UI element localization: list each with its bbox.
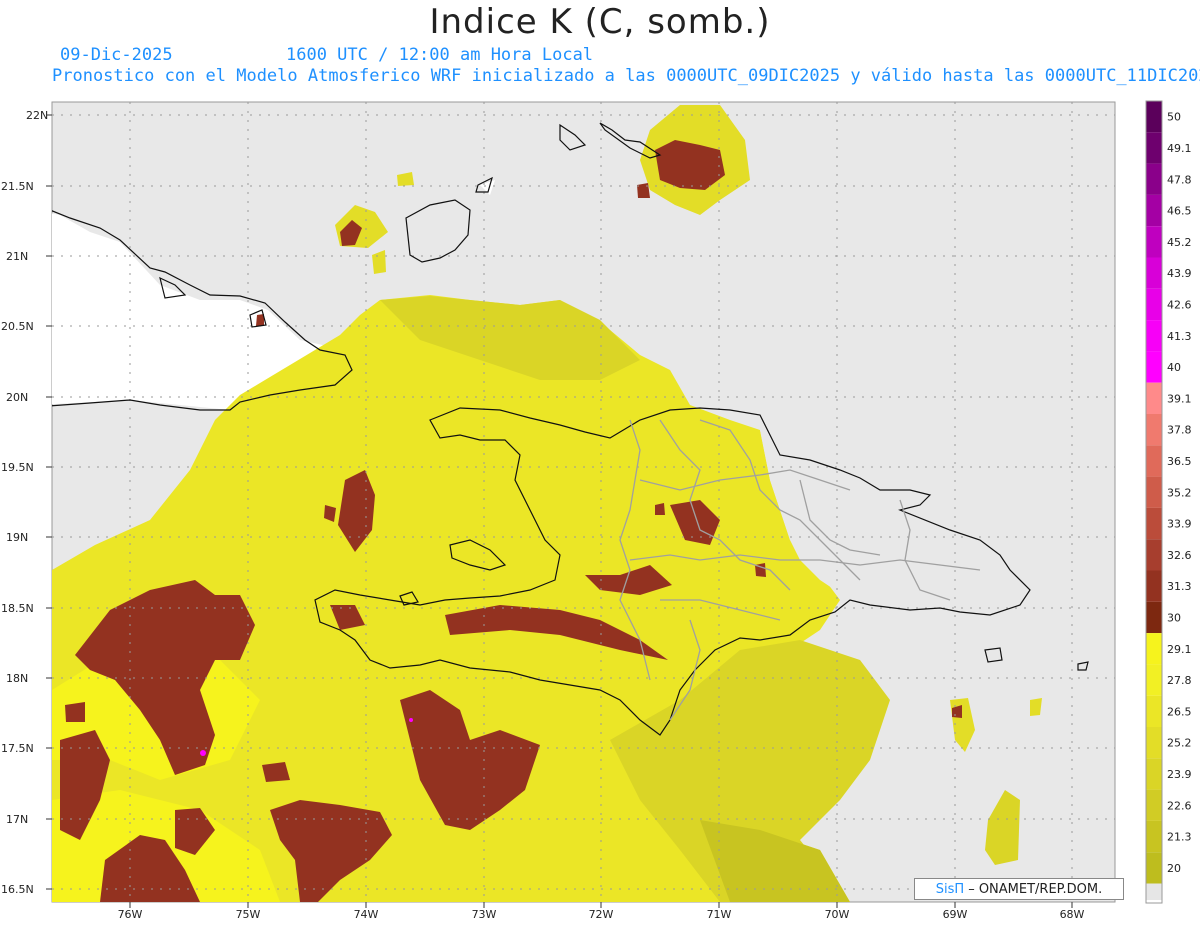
colorbar: 50 49.1 47.8 46.5 45.2 43.9 42.6 41.3 40 39.1 37.8…: [1145, 100, 1192, 904]
colorbar-label: 41.3: [1167, 330, 1192, 343]
colorbar-label: 21.3: [1167, 831, 1192, 844]
colorbar-label: 25.2: [1167, 737, 1192, 750]
colorbar-swatch: [1146, 226, 1162, 258]
longitude-labels: 76W 75W 74W 73W 72W 71W 70W 69W 68W: [118, 908, 1085, 921]
lat-label: 20.5N: [1, 320, 34, 333]
colorbar-swatch: [1146, 539, 1162, 571]
lon-label: 70W: [825, 908, 850, 921]
colorbar-swatch: [1146, 163, 1162, 195]
colorbar-label: 32.6: [1167, 549, 1192, 562]
colorbar-label: 46.5: [1167, 205, 1192, 218]
colorbar-label: 27.8: [1167, 674, 1192, 687]
colorbar-swatch: [1146, 883, 1162, 900]
lat-label: 22N: [26, 109, 48, 122]
colorbar-swatch: [1146, 194, 1162, 227]
latitude-labels: 22N 21.5N 21N 20.5N 20N 19.5N 19N 18.5N …: [1, 109, 48, 896]
colorbar-swatch: [1146, 727, 1162, 759]
colorbar-label: 26.5: [1167, 705, 1192, 718]
colorbar-swatch: [1146, 695, 1162, 727]
colorbar-label: 33.9: [1167, 518, 1192, 531]
colorbar-swatch: [1146, 101, 1162, 133]
colorbar-label: 45.2: [1167, 236, 1192, 249]
lat-label: 16.5N: [1, 883, 34, 896]
credit-brand: SisΠ: [935, 881, 965, 897]
colorbar-swatch: [1146, 445, 1162, 477]
colorbar-label: 42.6: [1167, 298, 1192, 311]
colorbar-swatch: [1146, 820, 1162, 853]
colorbar-swatch: [1146, 320, 1162, 352]
lon-label: 69W: [943, 908, 968, 921]
colorbar-label: 29.1: [1167, 643, 1192, 656]
credit-box: SisΠ – ONAMET/REP.DOM.: [914, 878, 1124, 900]
lat-label: 19N: [6, 531, 28, 544]
lon-label: 68W: [1060, 908, 1085, 921]
colorbar-swatch: [1146, 476, 1162, 508]
colorbar-label: 36.5: [1167, 455, 1192, 468]
colorbar-label: 35.2: [1167, 486, 1192, 499]
credit-org: – ONAMET/REP.DOM.: [968, 881, 1103, 897]
colorbar-label: 43.9: [1167, 267, 1192, 280]
colorbar-label: 30: [1167, 611, 1181, 624]
colorbar-swatch: [1146, 633, 1162, 665]
lat-label: 18.5N: [1, 602, 34, 615]
lat-label: 20N: [6, 391, 28, 404]
lon-label: 72W: [589, 908, 614, 921]
lat-label: 21N: [6, 250, 28, 263]
lon-label: 75W: [236, 908, 261, 921]
colorbar-swatch: [1146, 288, 1162, 321]
colorbar-swatch: [1146, 758, 1162, 790]
colorbar-swatch: [1146, 257, 1162, 289]
forecast-map: 22N 21.5N 21N 20.5N 20N 19.5N 19N 18.5N …: [1, 100, 1192, 921]
lat-label: 17.5N: [1, 742, 34, 755]
colorbar-swatch: [1146, 601, 1162, 634]
colorbar-label: 31.3: [1167, 580, 1192, 593]
colorbar-label: 37.8: [1167, 424, 1192, 437]
lat-label: 19.5N: [1, 461, 34, 474]
colorbar-swatch: [1146, 382, 1162, 414]
colorbar-swatch: [1146, 570, 1162, 602]
colorbar-label: 39.1: [1167, 392, 1192, 405]
colorbar-label: 50: [1167, 111, 1181, 124]
colorbar-swatch: [1146, 852, 1162, 884]
lon-label: 76W: [118, 908, 143, 921]
colorbar-swatch: [1146, 414, 1162, 446]
colorbar-swatch: [1146, 351, 1162, 383]
lon-label: 73W: [472, 908, 497, 921]
lon-label: 71W: [707, 908, 732, 921]
colorbar-label: 40: [1167, 361, 1181, 374]
lat-label: 21.5N: [1, 180, 34, 193]
lon-label: 74W: [354, 908, 379, 921]
colorbar-label: 23.9: [1167, 768, 1192, 781]
lat-label: 18N: [6, 672, 28, 685]
colorbar-swatch: [1146, 664, 1162, 696]
lat-label: 17N: [6, 813, 28, 826]
colorbar-swatch: [1146, 789, 1162, 821]
colorbar-swatch: [1146, 507, 1162, 540]
colorbar-swatch: [1146, 132, 1162, 164]
colorbar-label: 20: [1167, 862, 1181, 875]
colorbar-label: 49.1: [1167, 142, 1192, 155]
colorbar-label: 47.8: [1167, 173, 1192, 186]
colorbar-label: 22.6: [1167, 799, 1192, 812]
